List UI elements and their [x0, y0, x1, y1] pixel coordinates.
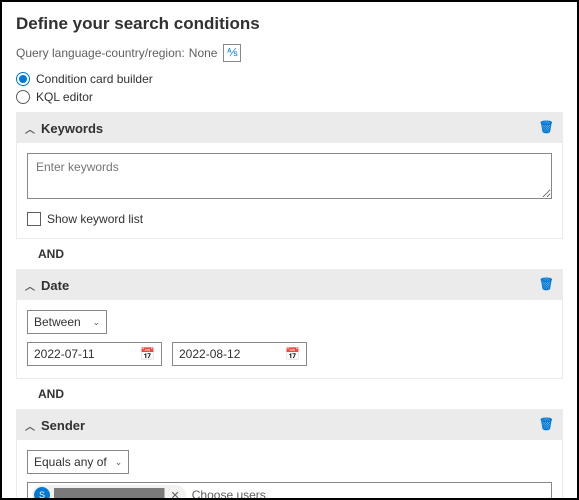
trash-icon: 🗑: [539, 120, 554, 134]
page-title: Define your search conditions: [16, 14, 563, 34]
mode-builder-radio[interactable]: Condition card builder: [16, 72, 563, 86]
choose-users-placeholder: Choose users: [192, 488, 266, 500]
section-keywords: ︿ Keywords 🗑 Show keyword list: [16, 112, 563, 239]
query-locale-row: Query language-country/region: None ⅍: [16, 44, 563, 62]
close-icon: ✕: [171, 490, 180, 500]
delete-date-button[interactable]: 🗑: [539, 277, 554, 291]
chevron-down-icon: ⌄: [115, 457, 123, 468]
mode-kql-label: KQL editor: [36, 90, 93, 104]
section-date-header[interactable]: ︿ Date 🗑: [17, 270, 562, 300]
query-locale-label: Query language-country/region:: [16, 46, 185, 60]
chevron-up-icon: ︿: [25, 121, 35, 136]
sender-operator-select[interactable]: Equals any of ⌄: [27, 450, 129, 474]
show-keyword-list-label: Show keyword list: [47, 212, 143, 226]
date-start-input[interactable]: 2022-07-11 📅: [27, 342, 162, 366]
section-sender-header[interactable]: ︿ Sender 🗑: [17, 410, 562, 440]
date-operator-select[interactable]: Between ⌄: [27, 310, 107, 334]
mode-builder-label: Condition card builder: [36, 72, 153, 86]
show-keyword-list-row[interactable]: Show keyword list: [27, 212, 552, 226]
section-date-body: Between ⌄ 2022-07-11 📅 2022-08-12 📅: [17, 300, 562, 378]
radio-icon: [16, 72, 30, 86]
sender-operator-value: Equals any of: [34, 455, 107, 469]
locale-edit-button[interactable]: ⅍: [223, 44, 241, 62]
section-date: ︿ Date 🗑 Between ⌄ 2022-07-11 📅 2022-08-…: [16, 269, 563, 379]
date-range-row: 2022-07-11 📅 2022-08-12 📅: [27, 342, 552, 366]
trash-icon: 🗑: [539, 417, 554, 431]
connector-and-2: AND: [16, 379, 563, 409]
user-chip-text: █████████████: [54, 488, 165, 500]
date-end-value: 2022-08-12: [179, 347, 240, 361]
section-sender: ︿ Sender 🗑 Equals any of ⌄ S ███████████…: [16, 409, 563, 500]
remove-chip-button[interactable]: ✕: [171, 489, 180, 500]
date-end-input[interactable]: 2022-08-12 📅: [172, 342, 307, 366]
chevron-up-icon: ︿: [25, 278, 35, 293]
delete-keywords-button[interactable]: 🗑: [539, 120, 554, 134]
avatar: S: [34, 487, 50, 500]
chevron-up-icon: ︿: [25, 418, 35, 433]
keywords-input[interactable]: [27, 153, 552, 199]
date-operator-value: Between: [34, 315, 81, 329]
section-keywords-title: Keywords: [41, 121, 103, 136]
calendar-icon: 📅: [285, 347, 300, 361]
user-chip: S █████████████ ✕: [32, 485, 186, 500]
calendar-icon: 📅: [140, 347, 155, 361]
globe-icon: ⅍: [227, 47, 237, 59]
connector-and-1: AND: [16, 239, 563, 269]
query-locale-value: None: [189, 46, 218, 60]
mode-kql-radio[interactable]: KQL editor: [16, 90, 563, 104]
query-mode-group: Condition card builder KQL editor: [16, 72, 563, 104]
date-start-value: 2022-07-11: [34, 347, 95, 361]
radio-icon: [16, 90, 30, 104]
section-sender-body: Equals any of ⌄ S █████████████ ✕ Choose…: [17, 440, 562, 500]
section-keywords-body: Show keyword list: [17, 143, 562, 238]
trash-icon: 🗑: [539, 277, 554, 291]
chevron-down-icon: ⌄: [92, 317, 100, 328]
section-date-title: Date: [41, 278, 69, 293]
section-keywords-header[interactable]: ︿ Keywords 🗑: [17, 113, 562, 143]
section-sender-title: Sender: [41, 418, 85, 433]
checkbox-icon: [27, 212, 41, 226]
search-conditions-panel: Define your search conditions Query lang…: [0, 0, 579, 500]
sender-users-input[interactable]: S █████████████ ✕ Choose users: [27, 482, 552, 500]
delete-sender-button[interactable]: 🗑: [539, 417, 554, 431]
